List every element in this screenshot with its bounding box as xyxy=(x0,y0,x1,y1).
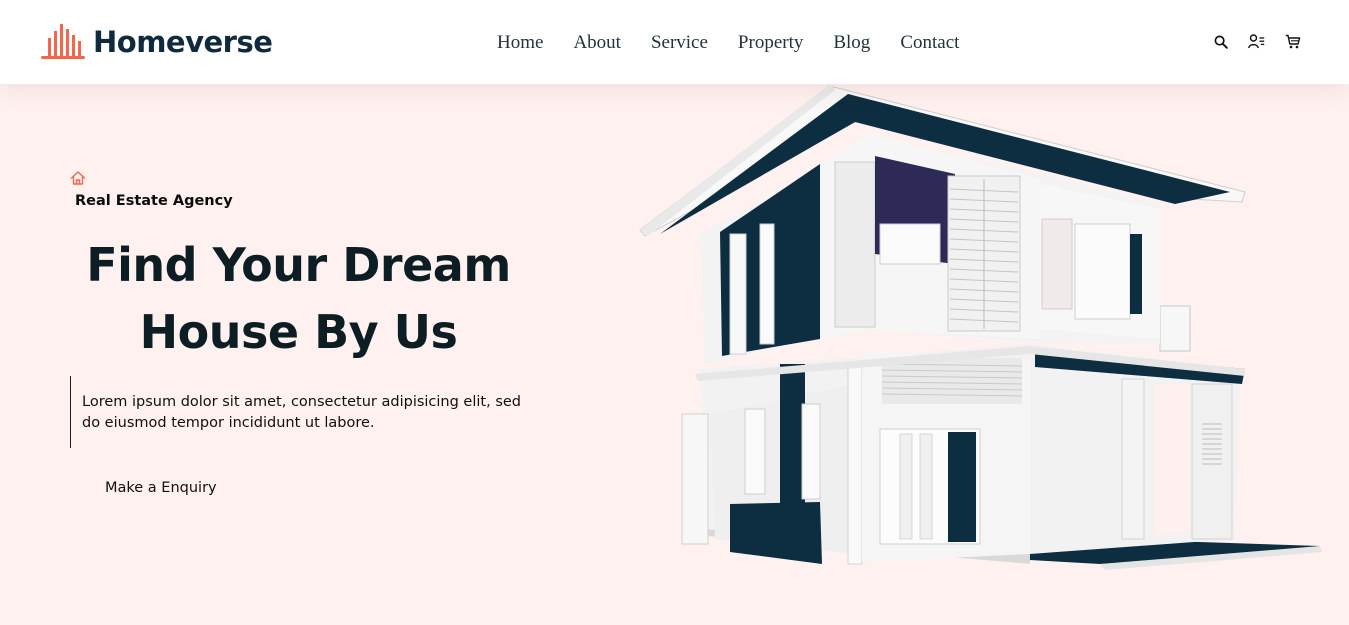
search-icon xyxy=(1214,35,1228,49)
brand-logo[interactable]: Homeverse xyxy=(40,22,273,62)
buildings-bars-icon xyxy=(41,24,85,59)
account-button[interactable] xyxy=(1248,33,1265,50)
house-illustration xyxy=(639,84,1322,570)
hero-description: Lorem ipsum dolor sit amet, consectetur … xyxy=(70,376,540,448)
enquiry-button[interactable]: Make a Enquiry xyxy=(105,480,217,496)
main-nav: Home About Service Property Blog Contact xyxy=(497,31,959,55)
cart-button[interactable] xyxy=(1284,33,1301,50)
brand-name: Homeverse xyxy=(93,25,273,59)
cart-icon xyxy=(1285,34,1300,49)
user-icon xyxy=(1248,34,1265,49)
hero-title-line2: House By Us xyxy=(139,305,458,359)
nav-contact[interactable]: Contact xyxy=(900,31,959,55)
nav-home[interactable]: Home xyxy=(497,31,543,55)
site-header: Homeverse Home About Service Property Bl… xyxy=(0,0,1349,84)
hero-title-line1: Find Your Dream xyxy=(86,238,511,292)
nav-property[interactable]: Property xyxy=(738,31,803,55)
nav-about[interactable]: About xyxy=(573,31,621,55)
hero-title: Find Your Dream House By Us xyxy=(70,232,527,366)
nav-service[interactable]: Service xyxy=(651,31,708,55)
home-outline-icon xyxy=(70,171,86,185)
search-button[interactable] xyxy=(1212,33,1229,50)
header-actions xyxy=(1212,33,1301,50)
nav-blog[interactable]: Blog xyxy=(833,31,870,55)
hero-subtitle: Real Estate Agency xyxy=(75,193,233,209)
